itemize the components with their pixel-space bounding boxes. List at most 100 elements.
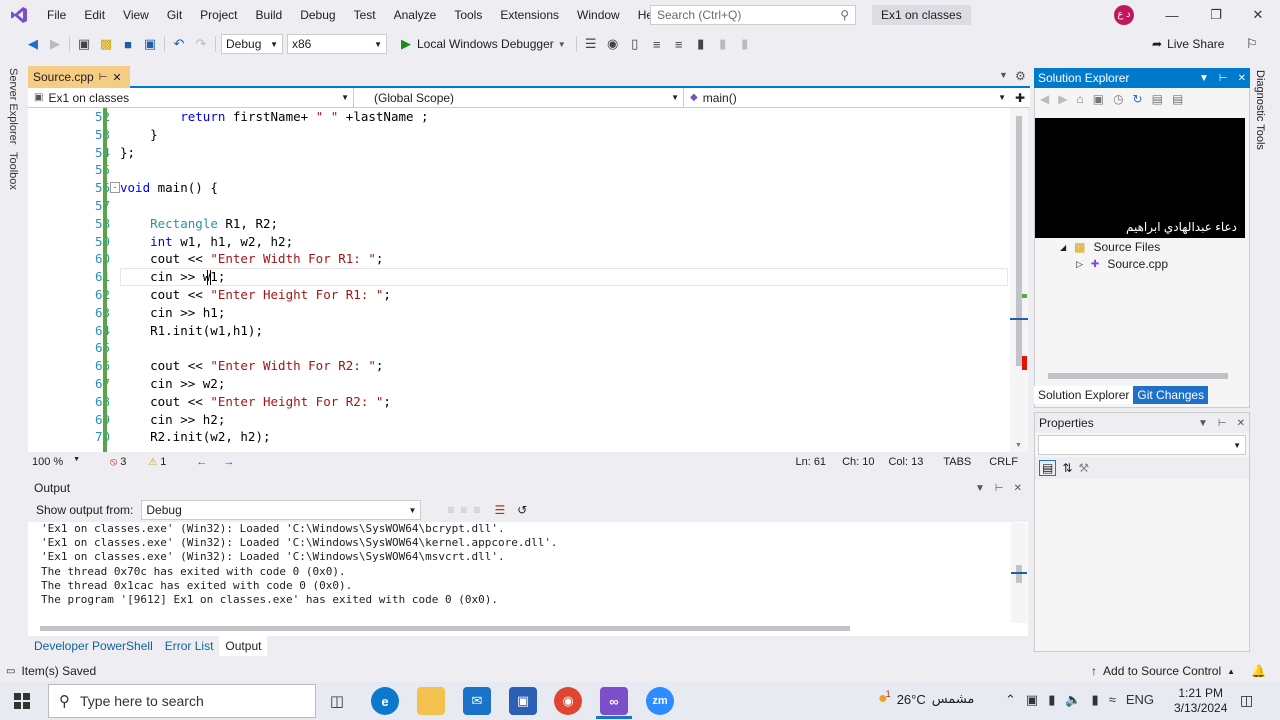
close-icon[interactable]: ✕ bbox=[1014, 483, 1022, 494]
undo-icon[interactable]: ↶ bbox=[168, 33, 190, 55]
code-text[interactable]: cin >> h1; bbox=[120, 304, 225, 322]
configuration-dropdown[interactable]: Debug ▼ bbox=[221, 34, 283, 54]
split-editor-icon[interactable]: ✚ bbox=[1010, 88, 1030, 107]
menu-project[interactable]: Project bbox=[191, 0, 246, 30]
chevron-down-icon[interactable]: ▼ bbox=[558, 40, 566, 49]
search-input[interactable]: Search (Ctrl+Q) ⚲ bbox=[650, 5, 856, 25]
chevron-up-icon[interactable]: ▲ bbox=[1227, 667, 1235, 676]
collapsed-arrow-icon[interactable]: ▷ bbox=[1076, 259, 1083, 270]
code-text[interactable]: cout << "Enter Width For R1: "; bbox=[120, 250, 383, 268]
avatar[interactable]: د ع bbox=[1114, 5, 1134, 25]
editor-vertical-scrollbar[interactable]: ▼ bbox=[1010, 108, 1028, 452]
notifications-icon[interactable]: 🔔 bbox=[1251, 664, 1266, 678]
chevron-down-icon[interactable]: ▼ bbox=[1199, 73, 1209, 84]
close-tab-icon[interactable]: ✕ bbox=[112, 71, 121, 84]
toolbox-tab[interactable]: Toolbox bbox=[7, 152, 19, 190]
tree-item-source-files[interactable]: ◢ ▩ Source Files bbox=[1060, 240, 1160, 254]
up-arrow-icon[interactable]: ↑ bbox=[1091, 664, 1097, 678]
pin-icon[interactable]: ⊢ bbox=[1218, 418, 1227, 429]
scroll-thumb[interactable] bbox=[1048, 373, 1228, 379]
output-horizontal-scrollbar[interactable] bbox=[40, 624, 850, 632]
prev-message-icon[interactable]: ≡ bbox=[460, 503, 467, 517]
code-text[interactable]: return firstName+ " " +lastName ; bbox=[120, 108, 428, 126]
menu-build[interactable]: Build bbox=[247, 0, 292, 30]
forward-arrow-icon[interactable]: ▶ bbox=[44, 33, 66, 55]
open-folder-icon[interactable]: ▩ bbox=[95, 33, 117, 55]
code-text[interactable]: cout << "Enter Width For R2: "; bbox=[120, 357, 383, 375]
error-count[interactable]: 3 bbox=[120, 456, 126, 468]
tab-solution-explorer[interactable]: Solution Explorer bbox=[1034, 386, 1134, 404]
code-text[interactable]: Rectangle R1, R2; bbox=[120, 215, 278, 233]
tab-developer-powershell[interactable]: Developer PowerShell bbox=[28, 636, 159, 656]
prev-issue-icon[interactable]: ← bbox=[196, 456, 207, 468]
outdent-icon[interactable]: ≡ bbox=[668, 33, 690, 55]
tab-source-cpp[interactable]: Source.cpp ⊢ ✕ bbox=[28, 66, 130, 88]
minimize-icon[interactable]: — bbox=[1150, 0, 1194, 30]
code-line[interactable]: 55 bbox=[28, 161, 1010, 179]
home-icon[interactable]: ⌂ bbox=[1076, 92, 1083, 106]
code-line[interactable]: 68 cout << "Enter Height For R2: "; bbox=[28, 393, 1010, 411]
code-line[interactable]: 53 } bbox=[28, 126, 1010, 144]
bookmark-prev-icon[interactable]: ▮ bbox=[712, 33, 734, 55]
expand-icon[interactable]: ◢ bbox=[1060, 243, 1066, 252]
collapse-all-icon[interactable]: ▤ bbox=[1152, 92, 1163, 106]
restore-icon[interactable]: ❐ bbox=[1194, 0, 1238, 30]
pin-icon[interactable]: ⊢ bbox=[1219, 73, 1228, 84]
code-line[interactable]: 62 cout << "Enter Height For R1: "; bbox=[28, 286, 1010, 304]
clock[interactable]: 1:21 PM 3/13/2024 bbox=[1174, 686, 1227, 716]
code-text[interactable]: cin >> w2; bbox=[120, 375, 225, 393]
code-line[interactable]: 64 R1.init(w1,h1); bbox=[28, 322, 1010, 340]
find-message-icon[interactable]: ≡ bbox=[447, 503, 454, 517]
menu-view[interactable]: View bbox=[114, 0, 158, 30]
run-target-label[interactable]: Local Windows Debugger bbox=[417, 37, 554, 51]
chrome-icon[interactable]: ◉ bbox=[554, 687, 582, 715]
new-project-icon[interactable]: ▣ bbox=[73, 33, 95, 55]
code-line[interactable]: 69 cin >> h2; bbox=[28, 411, 1010, 429]
live-share-button[interactable]: ➦ Live Share bbox=[1152, 34, 1224, 54]
menu-edit[interactable]: Edit bbox=[75, 0, 114, 30]
code-line[interactable]: 58 Rectangle R1, R2; bbox=[28, 215, 1010, 233]
categorized-icon[interactable]: ▤ bbox=[1039, 460, 1057, 476]
close-icon[interactable]: ✕ bbox=[1236, 0, 1280, 30]
code-text[interactable]: }; bbox=[120, 144, 135, 162]
bookmark-icon[interactable]: ▮ bbox=[690, 33, 712, 55]
find-in-files-icon[interactable]: ☰ bbox=[580, 33, 602, 55]
code-line[interactable]: 67 cin >> w2; bbox=[28, 375, 1010, 393]
start-debug-icon[interactable]: ▶ bbox=[395, 33, 417, 55]
bookmark-next-icon[interactable]: ▮ bbox=[734, 33, 756, 55]
layout-icon[interactable]: ▯ bbox=[624, 33, 646, 55]
feedback-icon[interactable]: ⚐ bbox=[1246, 36, 1258, 52]
menu-file[interactable]: File bbox=[38, 0, 75, 30]
tray-app-icon[interactable]: ▣ bbox=[1026, 692, 1038, 708]
output-text-area[interactable]: 'Ex1 on classes.exe' (Win32): Loaded 'C:… bbox=[28, 522, 1028, 636]
tab-list-chevron-icon[interactable]: ▼ bbox=[999, 70, 1008, 80]
save-icon[interactable]: ■ bbox=[117, 33, 139, 55]
edge-icon[interactable]: e bbox=[371, 687, 399, 715]
store-icon[interactable]: ▣ bbox=[509, 687, 537, 715]
tab-git-changes[interactable]: Git Changes bbox=[1133, 386, 1209, 404]
output-vertical-scrollbar[interactable] bbox=[1011, 523, 1027, 623]
microphone-icon[interactable]: ▮ bbox=[1048, 692, 1055, 708]
history-icon[interactable]: ◷ bbox=[1113, 92, 1123, 106]
code-text[interactable]: cout << "Enter Height For R1: "; bbox=[120, 286, 391, 304]
scope-dropdown[interactable]: (Global Scope) ▼ bbox=[354, 88, 684, 107]
warning-icon[interactable]: ⚠ bbox=[148, 457, 157, 468]
visual-studio-taskbar-icon[interactable]: ∞ bbox=[600, 687, 628, 715]
clear-all-icon[interactable]: ☰ bbox=[494, 503, 505, 517]
add-to-source-control[interactable]: Add to Source Control bbox=[1103, 664, 1221, 678]
code-line[interactable]: 54}; bbox=[28, 144, 1010, 162]
code-line[interactable]: 66 cout << "Enter Width For R2: "; bbox=[28, 357, 1010, 375]
notification-center-icon[interactable]: ◫ bbox=[1240, 692, 1253, 709]
scroll-thumb[interactable] bbox=[40, 626, 850, 631]
scroll-thumb[interactable] bbox=[1016, 116, 1022, 366]
project-dropdown[interactable]: ▣ Ex1 on classes ▼ bbox=[28, 88, 354, 107]
chevron-down-icon[interactable]: ▼ bbox=[1198, 418, 1208, 429]
battery-icon[interactable]: ▮ bbox=[1092, 692, 1099, 708]
menu-debug[interactable]: Debug bbox=[291, 0, 344, 30]
redo-icon[interactable]: ↷ bbox=[190, 33, 212, 55]
platform-dropdown[interactable]: x86 ▼ bbox=[287, 34, 387, 54]
menu-git[interactable]: Git bbox=[158, 0, 191, 30]
member-dropdown[interactable]: ◆ main() ▼ bbox=[684, 88, 1010, 107]
code-text[interactable]: cin >> h2; bbox=[120, 411, 225, 429]
wifi-icon[interactable]: ≈ bbox=[1109, 692, 1116, 708]
